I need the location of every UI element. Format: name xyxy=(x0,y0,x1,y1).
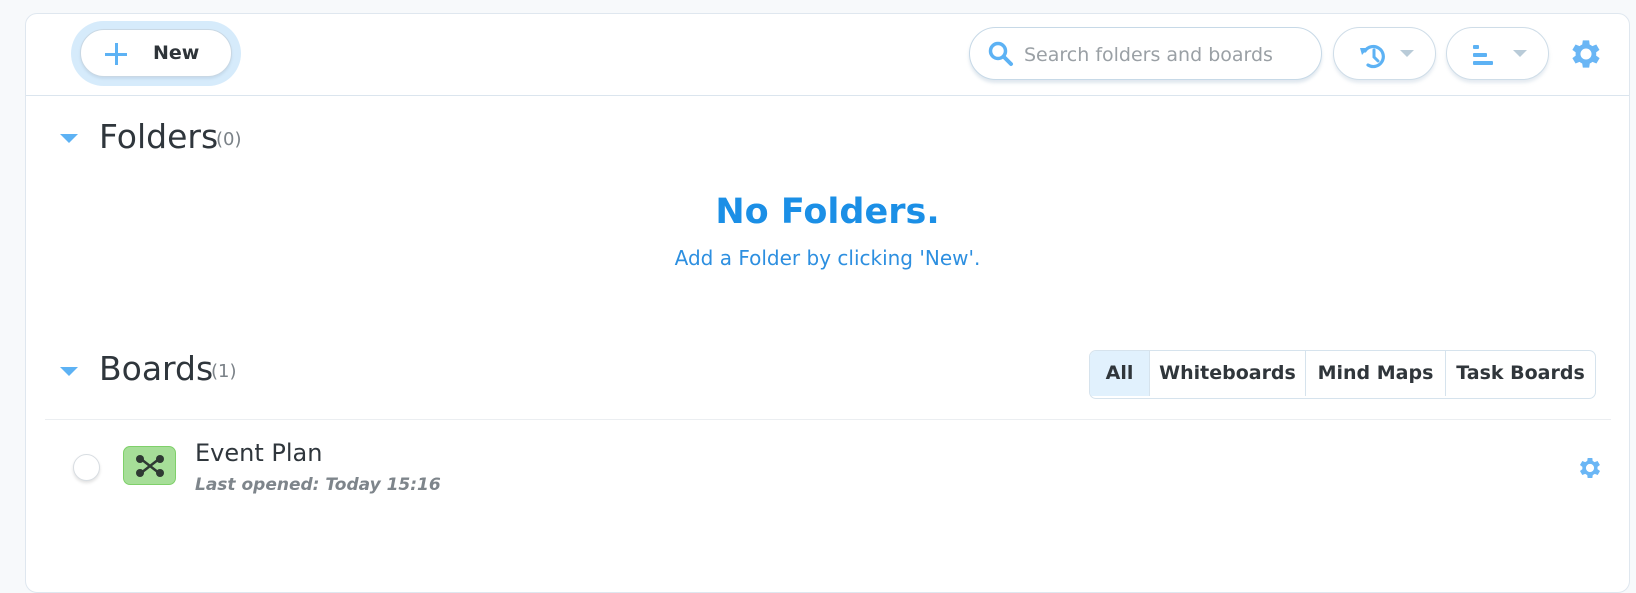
empty-folders-hint: Add a Folder by clicking 'New'. xyxy=(674,246,981,270)
new-button-label: New xyxy=(153,42,200,64)
empty-folders-title: No Folders. xyxy=(715,192,940,232)
board-list-item[interactable]: Event Plan Last opened: Today 15:16 xyxy=(26,439,1629,509)
new-button[interactable]: New xyxy=(80,29,232,77)
board-last-opened: Last opened: Today 15:16 xyxy=(195,475,441,495)
select-checkbox[interactable] xyxy=(73,454,100,481)
filter-tab-whiteboards[interactable]: Whiteboards xyxy=(1150,351,1306,396)
main-panel: New Search folders and boards Folders (0… xyxy=(25,13,1630,593)
mind-map-icon xyxy=(136,455,164,477)
gear-icon[interactable] xyxy=(1567,35,1605,73)
divider xyxy=(45,419,1611,420)
folders-title: Folders xyxy=(99,117,219,156)
search-input[interactable] xyxy=(1022,40,1311,70)
plus-icon xyxy=(105,43,127,65)
boards-collapse-toggle[interactable] xyxy=(60,367,78,376)
board-thumbnail xyxy=(123,446,176,485)
new-button-focus-ring: New xyxy=(71,21,241,86)
filter-tab-mind-maps[interactable]: Mind Maps xyxy=(1306,351,1446,396)
chevron-down-icon xyxy=(1400,50,1414,57)
filter-tab-all[interactable]: All xyxy=(1090,351,1150,396)
search-icon xyxy=(988,41,1013,66)
boards-count: (1) xyxy=(211,361,237,382)
search-box[interactable] xyxy=(969,27,1322,80)
sort-icon xyxy=(1473,45,1493,65)
board-name[interactable]: Event Plan xyxy=(195,439,322,467)
chevron-down-icon xyxy=(1513,50,1527,57)
history-icon xyxy=(1360,44,1385,69)
sort-dropdown-button[interactable] xyxy=(1446,27,1549,80)
folders-collapse-toggle[interactable] xyxy=(60,134,78,143)
board-settings-gear-icon[interactable] xyxy=(1576,454,1604,482)
board-type-filter: All Whiteboards Mind Maps Task Boards xyxy=(1089,350,1596,399)
toolbar: New xyxy=(26,14,1629,96)
history-dropdown-button[interactable] xyxy=(1333,27,1436,80)
filter-tab-task-boards[interactable]: Task Boards xyxy=(1446,351,1595,396)
folders-count: (0) xyxy=(216,129,242,150)
boards-title: Boards xyxy=(99,349,214,388)
